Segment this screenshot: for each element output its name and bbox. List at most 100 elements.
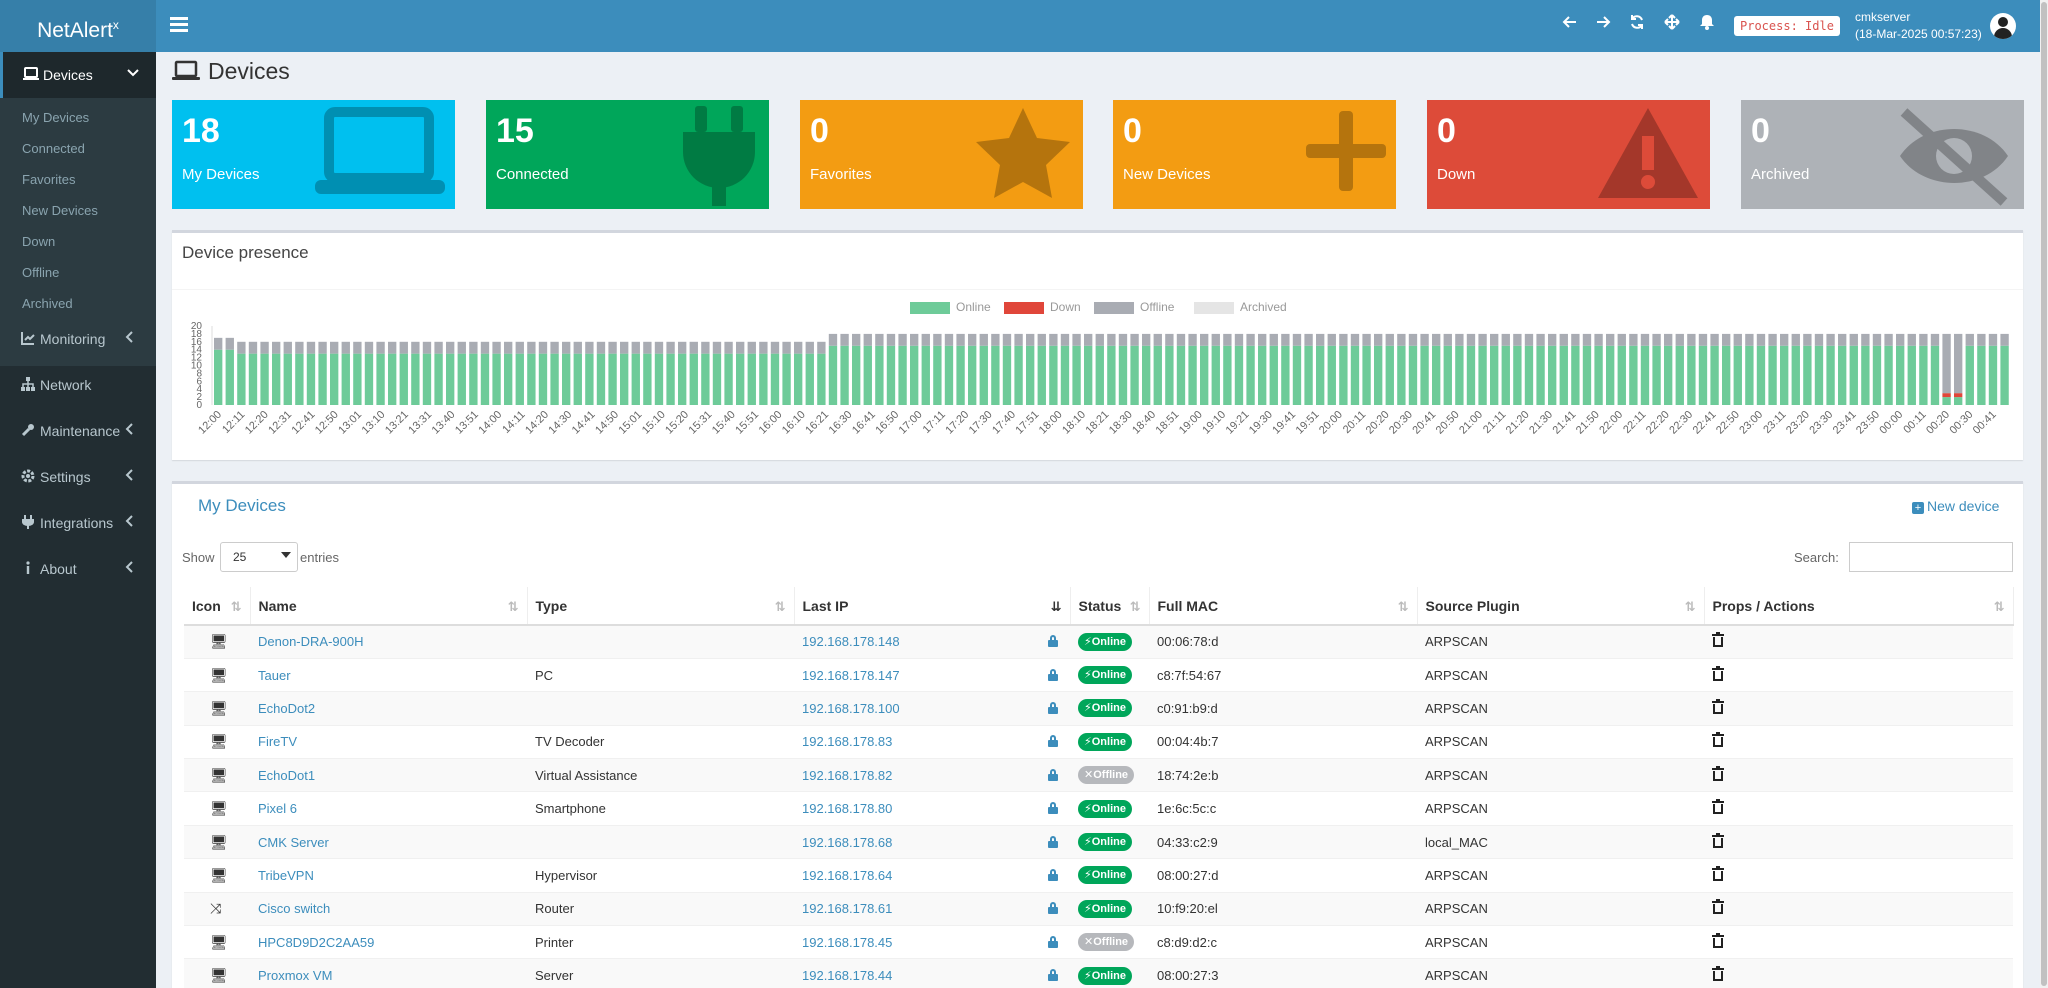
sidebar-sub-new-devices[interactable]: New Devices <box>22 203 98 218</box>
column-header-type[interactable]: Type ⇅ <box>527 587 795 626</box>
summary-box-down[interactable]: 0 Down <box>1427 100 1710 209</box>
device-name-link[interactable]: FireTV <box>258 734 297 749</box>
bar-offline <box>991 333 1000 346</box>
trash-icon[interactable] <box>1712 932 1724 948</box>
trash-icon[interactable] <box>1712 632 1724 648</box>
sidebar-item-settings[interactable]: Settings <box>0 454 156 500</box>
trash-icon[interactable] <box>1712 966 1724 982</box>
table-row[interactable]: 🖥 Pixel 6 Smartphone 192.168.178.80 ⚡Online 1… <box>184 791 2013 826</box>
summary-box-favorites[interactable]: 0 Favorites <box>800 100 1083 209</box>
device-name-link[interactable]: Proxmox VM <box>258 968 332 983</box>
trash-icon[interactable] <box>1712 698 1724 714</box>
device-name-link[interactable]: TribeVPN <box>258 868 314 883</box>
bar-offline <box>1954 333 1963 394</box>
sidebar-item-label: Settings <box>40 469 91 485</box>
trash-icon[interactable] <box>1712 865 1724 881</box>
table-row[interactable]: 🖥 Tauer PC 192.168.178.147 ⚡Online c8:7f:54:6… <box>184 658 2013 693</box>
trash-icon[interactable] <box>1712 732 1724 748</box>
move-icon[interactable] <box>1662 14 1682 36</box>
device-ip-link[interactable]: 192.168.178.83 <box>802 734 892 749</box>
bar-offline <box>1339 333 1348 346</box>
column-header-last-ip[interactable]: Last IP ⇊ <box>794 587 1071 626</box>
column-header-full-mac[interactable]: Full MAC ⇅ <box>1149 587 1418 626</box>
sidebar-toggle-button[interactable] <box>170 14 188 36</box>
summary-box-new-devices[interactable]: 0 New Devices <box>1113 100 1396 209</box>
device-ip-link[interactable]: 192.168.178.68 <box>802 835 892 850</box>
lock-icon <box>1048 635 1058 648</box>
device-name-link[interactable]: Denon-DRA-900H <box>258 634 364 649</box>
refresh-icon[interactable] <box>1627 14 1647 36</box>
table-row[interactable]: 🖥 HPC8D9D2C2AA59 Printer 192.168.178.45 ✕Off… <box>184 925 2013 960</box>
device-ip-link[interactable]: 192.168.178.44 <box>802 968 892 983</box>
sidebar-sub-archived[interactable]: Archived <box>22 296 73 311</box>
arrow-left-icon[interactable] <box>1560 14 1580 36</box>
device-name-link[interactable]: HPC8D9D2C2AA59 <box>258 935 374 950</box>
table-row[interactable]: 🖥 CMK Server 192.168.178.68 ⚡Online 04:33:c2… <box>184 825 2013 860</box>
table-row[interactable]: ⤨ Cisco switch Router 192.168.178.61 ⚡Online… <box>184 892 2013 927</box>
device-name-link[interactable]: Tauer <box>258 668 291 683</box>
table-row[interactable]: 🖥 Proxmox VM Server 192.168.178.44 ⚡Online 08… <box>184 958 2013 988</box>
page-size-select[interactable]: 25 <box>220 542 298 572</box>
x-tick-label: 15:01 <box>616 409 644 437</box>
device-name-link[interactable]: Cisco switch <box>258 901 330 916</box>
trash-icon[interactable] <box>1712 832 1724 848</box>
device-ip-link[interactable]: 192.168.178.82 <box>802 768 892 783</box>
sidebar-sub-my-devices[interactable]: My Devices <box>22 110 89 125</box>
device-type-cell: TV Decoder <box>527 725 794 760</box>
device-name-link[interactable]: CMK Server <box>258 835 329 850</box>
summary-box-archived[interactable]: 0 Archived <box>1741 100 2024 209</box>
trash-icon[interactable] <box>1712 799 1724 815</box>
column-header-icon[interactable]: Icon ⇅ <box>184 587 251 626</box>
new-device-button[interactable]: + New device <box>1912 498 1999 514</box>
table-row[interactable]: 🖥 FireTV TV Decoder 192.168.178.83 ⚡Online 00… <box>184 725 2013 760</box>
device-ip-link[interactable]: 192.168.178.45 <box>802 935 892 950</box>
device-ip-link[interactable]: 192.168.178.80 <box>802 801 892 816</box>
table-row[interactable]: 🖥 EchoDot2 192.168.178.100 ⚡Online c0:91:b9:… <box>184 691 2013 726</box>
sidebar-item-monitoring[interactable]: Monitoring <box>0 316 156 362</box>
device-ip-link[interactable]: 192.168.178.64 <box>802 868 892 883</box>
sidebar-sub-down[interactable]: Down <box>22 234 55 249</box>
bar-offline <box>1130 333 1139 346</box>
table-row[interactable]: 🖥 TribeVPN Hypervisor 192.168.178.64 ⚡Online… <box>184 858 2013 893</box>
x-tick-label: 23:11 <box>1761 409 1788 436</box>
device-ip-link[interactable]: 192.168.178.100 <box>802 701 900 716</box>
bar-online <box>353 353 362 405</box>
chevron-left-icon <box>124 468 136 484</box>
sidebar-item-devices[interactable]: Devices <box>0 52 156 98</box>
trash-icon[interactable] <box>1712 899 1724 915</box>
sidebar-sub-favorites[interactable]: Favorites <box>22 172 75 187</box>
summary-box-my-devices[interactable]: 18 My Devices <box>172 100 455 209</box>
bar-offline <box>1165 333 1174 346</box>
table-row[interactable]: 🖥 EchoDot1 Virtual Assistance 192.168.178.8… <box>184 758 2013 793</box>
trash-icon[interactable] <box>1712 765 1724 781</box>
device-ip-link[interactable]: 192.168.178.148 <box>802 634 900 649</box>
app-logo[interactable]: NetAlertx <box>0 0 156 52</box>
sidebar-item-network[interactable]: Network <box>0 362 156 408</box>
column-header-name[interactable]: Name ⇅ <box>250 587 528 626</box>
device-icon: 🖥 <box>210 733 228 750</box>
arrow-right-icon[interactable] <box>1593 14 1613 36</box>
sidebar-item-integrations[interactable]: Integrations <box>0 500 156 546</box>
scrollbar-thumb[interactable] <box>2041 2 2047 986</box>
column-header-actions[interactable]: Props / Actions ⇅ <box>1704 587 2014 626</box>
column-header-source-plugin[interactable]: Source Plugin ⇅ <box>1417 587 1705 626</box>
table-row[interactable]: 🖥 Denon-DRA-900H 192.168.178.148 ⚡Online 00:… <box>184 625 2013 659</box>
bar-online <box>991 345 1000 405</box>
device-ip-link[interactable]: 192.168.178.61 <box>802 901 892 916</box>
device-name-link[interactable]: Pixel 6 <box>258 801 297 816</box>
user-avatar[interactable] <box>1990 13 2016 39</box>
sidebar-item-about[interactable]: About <box>0 546 156 592</box>
trash-icon[interactable] <box>1712 665 1724 681</box>
x-tick-label: 17:40 <box>990 409 1018 437</box>
column-header-status[interactable]: Status ⇅ <box>1070 587 1150 626</box>
device-name-link[interactable]: EchoDot1 <box>258 768 315 783</box>
sidebar-sub-connected[interactable]: Connected <box>22 141 85 156</box>
bell-icon[interactable] <box>1697 14 1717 36</box>
device-name-link[interactable]: EchoDot2 <box>258 701 315 716</box>
bar-online <box>1408 345 1418 405</box>
sidebar-sub-offline[interactable]: Offline <box>22 265 59 280</box>
search-input[interactable] <box>1849 542 2013 572</box>
sidebar-item-maintenance[interactable]: Maintenance <box>0 408 156 454</box>
device-ip-link[interactable]: 192.168.178.147 <box>802 668 900 683</box>
summary-box-connected[interactable]: 15 Connected <box>486 100 769 209</box>
